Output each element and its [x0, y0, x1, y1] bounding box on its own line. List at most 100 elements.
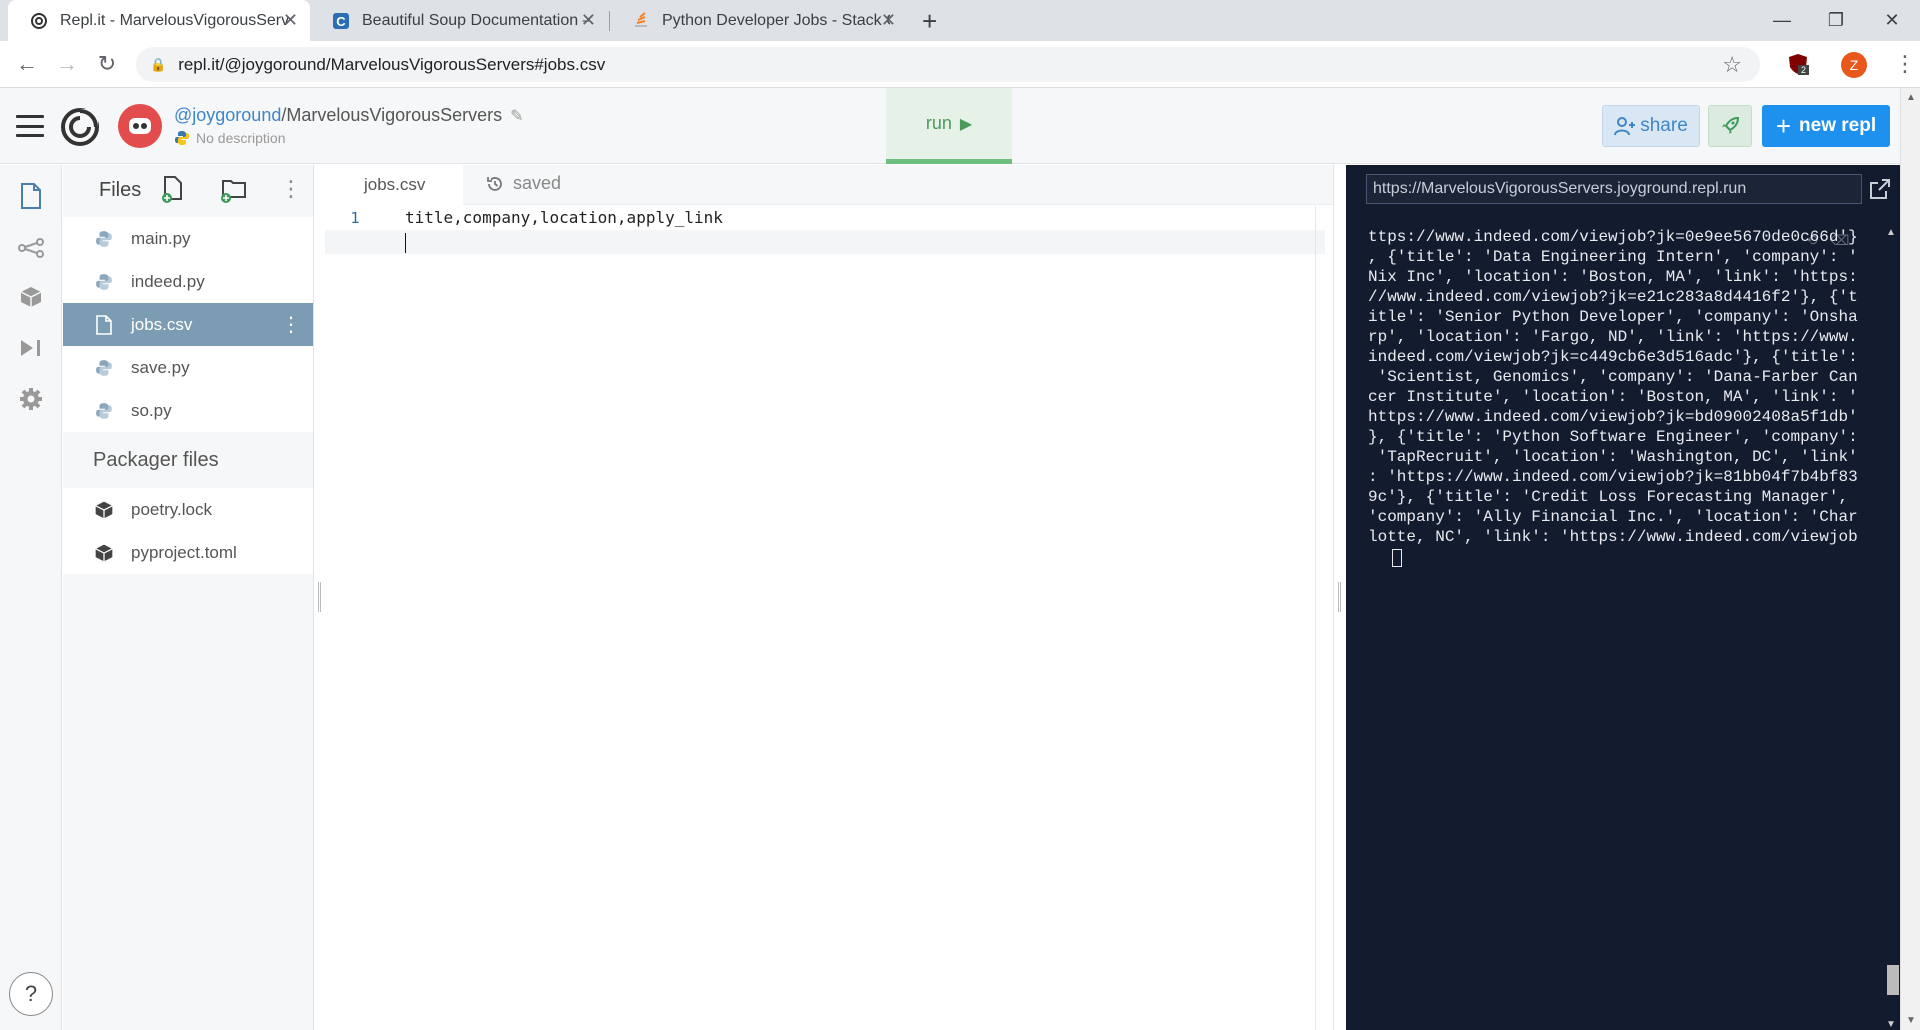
output-line: https://www.indeed.com/viewjob?jk=bd0900… [1368, 408, 1858, 426]
repl-name[interactable]: MarvelousVigorousServers [286, 105, 502, 125]
output-line: 'Scientist, Genomics', 'company': 'Dana-… [1368, 368, 1858, 386]
svg-text:C: C [336, 14, 346, 29]
page-scrollbar[interactable]: ▲ ▼ [1900, 88, 1920, 1030]
bookmark-star-icon[interactable]: ☆ [1722, 52, 1742, 78]
output-line: ttps://www.indeed.com/viewjob?jk=0e9ee56… [1368, 228, 1858, 246]
repl-header: @joygoround/MarvelousVigorousServers ✎ No… [0, 88, 1900, 164]
open-external-icon[interactable] [1868, 177, 1892, 201]
add-folder-icon[interactable] [219, 175, 247, 203]
edit-pencil-icon[interactable]: ✎ [510, 108, 523, 125]
repl-title: @joygoround/MarvelousVigorousServers ✎ [174, 105, 524, 126]
files-title: Files [99, 179, 142, 201]
run-button[interactable]: run ▶ [886, 88, 1012, 164]
webview-url-field[interactable]: https://MarvelousVigorousServers.joygrou… [1366, 174, 1862, 204]
file-item-indeed-py[interactable]: indeed.py [63, 260, 313, 303]
repl-owner-link[interactable]: @joygoround [174, 105, 281, 125]
packages-icon[interactable] [17, 283, 45, 311]
minimize-icon[interactable]: — [1754, 0, 1810, 41]
address-bar[interactable]: 🔒 repl.it/@joygoround/MarvelousVigorousS… [136, 47, 1760, 82]
share-button[interactable]: share [1602, 105, 1700, 147]
close-tab-icon[interactable]: ✕ [881, 10, 896, 31]
debugger-icon[interactable] [17, 334, 45, 362]
console-scrollbar[interactable]: ▲ ▼ [1884, 227, 1900, 1030]
new-tab-icon[interactable]: + [922, 6, 937, 37]
new-repl-button[interactable]: + new repl [1762, 105, 1890, 147]
line-number: 1 [350, 209, 360, 227]
replit-logo-icon[interactable] [60, 107, 100, 147]
browser-tab-bs4[interactable]: C Beautiful Soup Documentation — ✕ [310, 0, 608, 41]
file-name: so.py [131, 400, 172, 420]
add-user-icon [1614, 117, 1636, 136]
editor-tab-jobs-csv[interactable]: jobs.csv [325, 165, 463, 205]
scroll-up-icon[interactable]: ▲ [1886, 227, 1896, 238]
terminal-cursor [1392, 549, 1402, 567]
help-button[interactable]: ? [9, 972, 53, 1016]
browser-tab-replit[interactable]: Repl.it - MarvelousVigorousServ ✕ [8, 0, 310, 41]
plus-icon: + [1775, 110, 1792, 141]
user-avatar[interactable] [118, 104, 162, 148]
output-line: lotte, NC', 'link': 'https://www.indeed.… [1368, 528, 1858, 546]
file-name: save.py [131, 357, 190, 377]
deploy-button[interactable] [1708, 105, 1752, 147]
hamburger-menu-icon[interactable] [16, 115, 44, 137]
browser-menu-icon[interactable]: ⋮ [1894, 51, 1916, 77]
close-tab-icon[interactable]: ✕ [283, 10, 298, 31]
output-line: , {'title': 'Data Engineering Intern', '… [1368, 248, 1858, 266]
code-area[interactable]: title,company,location,apply_link [325, 206, 1325, 254]
activity-bar: ? [0, 165, 62, 1030]
description-text: No description [196, 130, 286, 146]
reload-icon[interactable]: ↻ [92, 49, 122, 79]
file-item-so-py[interactable]: so.py [63, 389, 313, 432]
files-panel: Files ⋮ main.py indeed.py jobs.csv ⋮ sav… [63, 165, 313, 1030]
close-window-icon[interactable]: ✕ [1864, 0, 1920, 41]
file-item-save-py[interactable]: save.py [63, 346, 313, 389]
files-menu-icon[interactable]: ⋮ [280, 176, 302, 202]
browser-tab-stackoverflow[interactable]: Python Developer Jobs - Stack O ✕ [610, 0, 908, 41]
add-file-icon[interactable] [159, 175, 187, 203]
console-output[interactable]: ttps://www.indeed.com/viewjob?jk=0e9ee56… [1368, 227, 1880, 547]
python-file-icon [93, 228, 115, 250]
files-icon[interactable] [17, 182, 45, 210]
version-control-icon[interactable] [17, 234, 45, 262]
scroll-down-icon[interactable]: ▼ [1886, 1019, 1896, 1030]
scroll-up-icon[interactable]: ▲ [1906, 92, 1916, 103]
saved-status[interactable]: saved [485, 173, 561, 194]
tab-title: Python Developer Jobs - Stack O [662, 11, 890, 29]
tab-title: Beautiful Soup Documentation — [362, 11, 590, 29]
code-line[interactable]: title,company,location,apply_link [405, 206, 1325, 230]
close-tab-icon[interactable]: ✕ [581, 10, 596, 31]
resize-handle[interactable] [1338, 582, 1341, 612]
files-editor-splitter[interactable] [313, 165, 314, 1030]
file-name: poetry.lock [131, 499, 212, 519]
package-icon [93, 499, 115, 521]
maximize-icon[interactable]: ❐ [1808, 0, 1864, 41]
editor-console-splitter[interactable] [1333, 165, 1334, 1030]
output-line: indeed.com/viewjob?jk=c449cb6e3d516adc'}… [1368, 348, 1858, 366]
scrollbar-thumb[interactable] [1887, 965, 1899, 995]
file-item-jobs-csv[interactable]: jobs.csv ⋮ [63, 303, 313, 346]
output-line: 9c'}, {'title': 'Credit Loss Forecasting… [1368, 488, 1858, 506]
file-item-main-py[interactable]: main.py [63, 217, 313, 260]
code-line-current[interactable] [325, 230, 1325, 254]
resize-handle[interactable] [318, 582, 321, 612]
output-line: rp', 'location': 'Fargo, ND', 'link': 'h… [1368, 328, 1858, 346]
browser-toolbar: ← → ↻ 🔒 repl.it/@joygoround/MarvelousVig… [0, 41, 1920, 88]
repl-description[interactable]: No description [174, 130, 286, 146]
file-tree: main.py indeed.py jobs.csv ⋮ save.py so.… [63, 217, 313, 574]
file-name: main.py [131, 228, 191, 248]
ublock-extension-icon[interactable]: 2 [1786, 52, 1810, 76]
file-item-poetry-lock[interactable]: poetry.lock [63, 488, 313, 531]
robot-avatar-icon [129, 118, 151, 134]
scroll-down-icon[interactable]: ▼ [1906, 1015, 1916, 1026]
forward-icon[interactable]: → [52, 49, 82, 79]
play-icon: ▶ [959, 115, 973, 133]
file-menu-icon[interactable]: ⋮ [281, 312, 301, 337]
extension-badge: 2 [1801, 65, 1806, 75]
lock-icon: 🔒 [150, 56, 167, 72]
file-item-pyproject-toml[interactable]: pyproject.toml [63, 531, 313, 574]
profile-avatar[interactable]: Z [1841, 52, 1867, 78]
output-line: }, {'title': 'Python Software Engineer',… [1368, 428, 1858, 446]
settings-gear-icon[interactable] [17, 385, 45, 413]
output-line: cer Institute', 'location': 'Boston, MA'… [1368, 388, 1858, 406]
back-icon[interactable]: ← [12, 49, 42, 79]
